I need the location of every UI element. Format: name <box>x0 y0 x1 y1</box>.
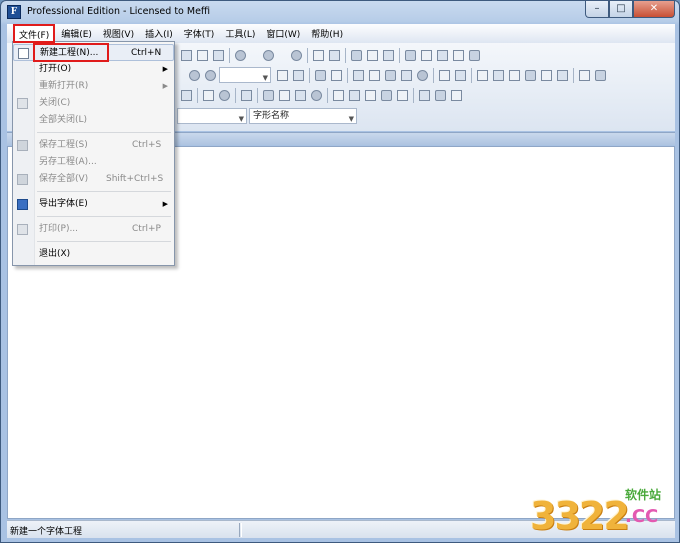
unicode-icon[interactable] <box>467 48 482 63</box>
menu-font[interactable]: 字体(T) <box>179 25 220 42</box>
tool-icon[interactable] <box>349 48 364 63</box>
status-text: 新建一个字体工程 <box>10 527 83 537</box>
maximize-button[interactable]: □ <box>609 1 633 18</box>
save-icon <box>17 140 28 151</box>
menu-item-reopen[interactable]: 重新打开(R) ▶ <box>13 78 174 95</box>
align-right-icon[interactable] <box>363 88 378 103</box>
face-icon[interactable] <box>309 88 324 103</box>
zoom-out-icon[interactable] <box>203 68 218 83</box>
pen-icon[interactable] <box>383 68 398 83</box>
menu-window[interactable]: 窗口(W) <box>261 25 305 42</box>
align-center-icon[interactable] <box>347 88 362 103</box>
minimize-button[interactable]: – <box>585 1 609 18</box>
rect-icon[interactable] <box>399 68 414 83</box>
align-bottom-icon[interactable] <box>395 88 410 103</box>
copy-icon[interactable] <box>195 48 210 63</box>
transform-icon[interactable] <box>523 68 538 83</box>
menu-edit[interactable]: 编辑(E) <box>56 25 97 42</box>
pointer-icon[interactable] <box>313 68 328 83</box>
align-left-icon[interactable] <box>331 88 346 103</box>
table-icon[interactable] <box>435 48 450 63</box>
menu-view[interactable]: 视图(V) <box>98 25 139 42</box>
title-bar[interactable]: F Professional Edition - Licensed to Mef… <box>1 1 679 23</box>
layout-icon[interactable] <box>451 48 466 63</box>
preview-icon[interactable] <box>403 48 418 63</box>
submenu-arrow-icon: ▶ <box>162 200 168 208</box>
grid-icon[interactable] <box>291 68 306 83</box>
window-title: Professional Edition - Licensed to Meffi <box>27 6 211 17</box>
fit-icon[interactable] <box>275 68 290 83</box>
panel-icon[interactable] <box>239 88 254 103</box>
menu-item-exit[interactable]: 退出(X) <box>13 246 174 263</box>
align-grid-icon[interactable] <box>475 68 490 83</box>
check-icon[interactable] <box>419 48 434 63</box>
menu-item-close-all[interactable]: 全部关闭(L) <box>13 112 174 129</box>
template-icon[interactable] <box>381 48 396 63</box>
menu-item-save-project[interactable]: 保存工程(S) Ctrl+S <box>13 137 174 154</box>
link-icon[interactable] <box>277 88 292 103</box>
menu-item-new-project[interactable]: 新建工程(N)... Ctrl+N <box>13 44 174 61</box>
redo-icon[interactable] <box>261 48 276 63</box>
eraser-icon[interactable] <box>261 88 276 103</box>
menu-help[interactable]: 帮助(H) <box>306 25 348 42</box>
bounds-icon[interactable] <box>507 68 522 83</box>
new-project-icon <box>18 48 29 59</box>
menu-item-save-as[interactable]: 另存工程(A)... <box>13 154 174 171</box>
car-icon[interactable] <box>293 88 308 103</box>
menu-item-print[interactable]: 打印(P)... Ctrl+P <box>13 221 174 238</box>
glyph-new-icon[interactable] <box>311 48 326 63</box>
menu-item-save-all[interactable]: 保存全部(V) Shift+Ctrl+S <box>13 171 174 188</box>
align-top-icon[interactable] <box>379 88 394 103</box>
undo-icon[interactable] <box>233 48 248 63</box>
close-button[interactable]: ✕ <box>633 1 675 18</box>
menu-file[interactable]: 文件(F) <box>13 24 56 43</box>
scale-icon[interactable] <box>539 68 554 83</box>
ellipse-icon[interactable] <box>415 68 430 83</box>
print-icon <box>17 224 28 235</box>
paste-icon[interactable] <box>211 48 226 63</box>
intersect-icon[interactable] <box>433 88 448 103</box>
center-icon[interactable] <box>491 68 506 83</box>
knife-icon[interactable] <box>329 68 344 83</box>
close-doc-icon <box>17 98 28 109</box>
menu-tools[interactable]: 工具(L) <box>220 25 260 42</box>
metrics-icon[interactable] <box>365 48 380 63</box>
node-icon[interactable] <box>453 68 468 83</box>
menu-item-open[interactable]: 打开(O) ▶ <box>13 61 174 78</box>
save-all-icon <box>17 174 28 185</box>
refresh-icon[interactable] <box>289 48 304 63</box>
submenu-arrow-icon: ▶ <box>162 65 168 73</box>
submenu-arrow-icon: ▶ <box>162 82 168 90</box>
glyph-name-combo[interactable]: 字形名称 ▼ <box>249 108 357 124</box>
dot-icon[interactable] <box>217 88 232 103</box>
wave-icon[interactable] <box>201 88 216 103</box>
watermark-logo: 3322 软件站 .CC <box>530 488 662 538</box>
menu-item-export-font[interactable]: 导出字体(E) ▶ <box>13 196 174 213</box>
export-font-icon <box>17 199 28 210</box>
chart-icon[interactable] <box>179 88 194 103</box>
menu-insert[interactable]: 插入(I) <box>140 25 178 42</box>
app-icon[interactable]: F <box>7 5 21 19</box>
frame-icon[interactable] <box>437 68 452 83</box>
image-icon[interactable] <box>351 68 366 83</box>
hint-icon[interactable] <box>593 68 608 83</box>
menu-item-close[interactable]: 关闭(C) <box>13 95 174 112</box>
tree-icon[interactable] <box>577 68 592 83</box>
cut-icon[interactable] <box>179 48 194 63</box>
file-menu-dropdown: 新建工程(N)... Ctrl+N 打开(O) ▶ 重新打开(R) ▶ 关闭(C… <box>12 41 175 266</box>
bitmap-icon[interactable] <box>367 68 382 83</box>
union-icon[interactable] <box>417 88 432 103</box>
zoom-in-icon[interactable] <box>187 68 202 83</box>
zoom-combo[interactable]: ▼ <box>219 67 271 83</box>
glyph-edit-icon[interactable] <box>327 48 342 63</box>
measure-icon[interactable] <box>555 68 570 83</box>
font-family-combo[interactable]: ▼ <box>177 108 247 124</box>
subtract-icon[interactable] <box>449 88 464 103</box>
